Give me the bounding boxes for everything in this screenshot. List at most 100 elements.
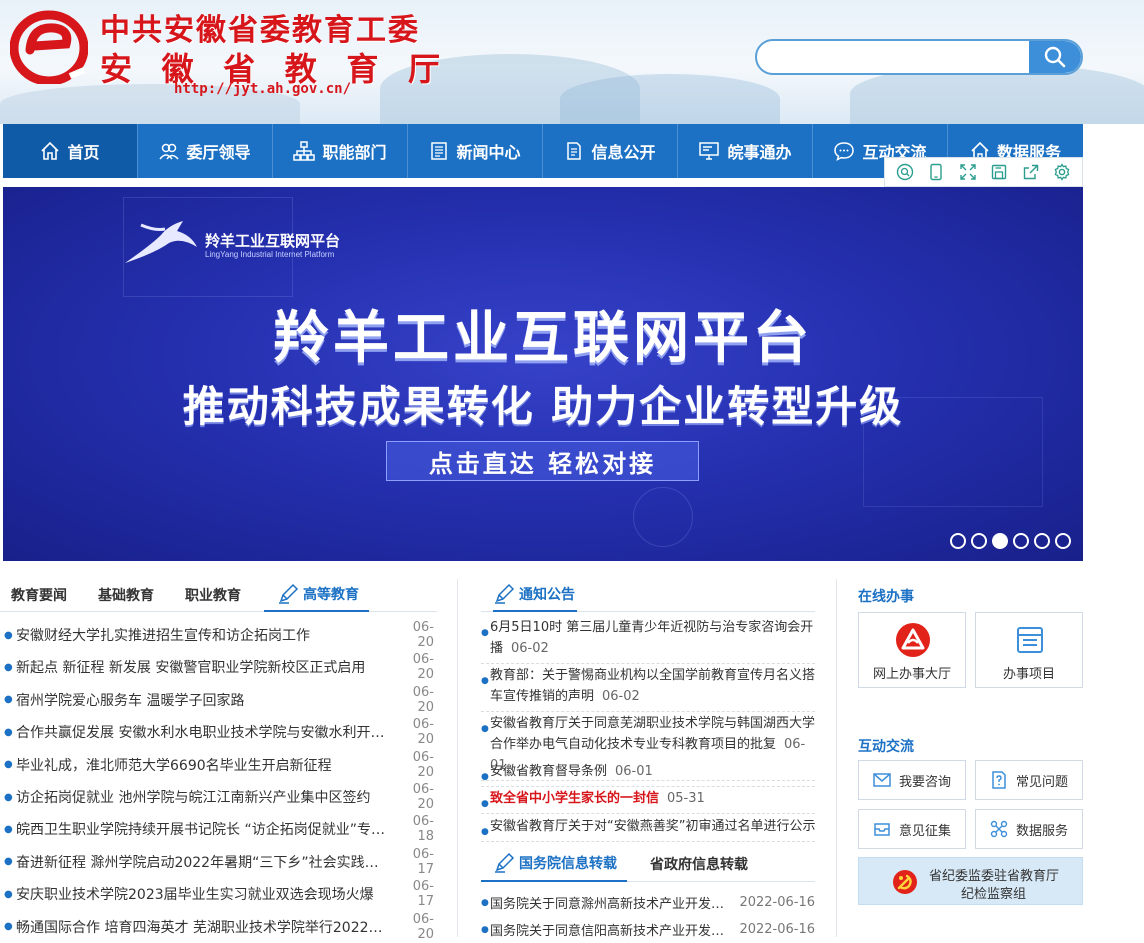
nav-label: 皖事通办 [727,143,792,162]
news-item[interactable]: ● 奋进新征程 滁州学院启动2022年暑期“三下乡”社会实践活动 06-17 [4,846,434,878]
nav-label: 新闻中心 [456,143,521,162]
news-title[interactable]: 新起点 新征程 新发展 安徽警官职业学院新校区正式启用 [16,657,400,677]
news-title[interactable]: 访企拓岗促就业 池州学院与皖江江南新兴产业集中区签约 [16,787,400,807]
fullscreen-icon [960,164,976,180]
carousel-dot[interactable] [950,533,966,549]
tab-education-news[interactable]: 教育要闻 [11,578,67,611]
news-title[interactable]: 安徽财经大学扎实推进招生宣传和访企拓岗工作 [16,625,400,645]
carousel-dot[interactable] [1013,533,1029,549]
data-service-button[interactable]: 数据服务 [975,809,1083,849]
gov-item[interactable]: ●国务院关于同意滁州高新技术产业开发区升级为国家高新技术产业开发区的批复2022… [481,889,815,916]
service-items-card[interactable]: 办事项目 [975,612,1083,688]
news-date: 06-20 [412,749,434,780]
banner-cta-button[interactable]: 点击直达 轻松对接 [386,441,699,481]
news-item[interactable]: ●合作共赢促发展 安徽水利水电职业技术学院与安徽水利开发有限公司签约 06-20 [4,716,434,748]
nav-item-home[interactable]: 首页 [3,124,138,178]
toolbar-share-button[interactable] [1020,161,1042,183]
news-item[interactable]: ● 访企拓岗促就业 池州学院与皖江江南新兴产业集中区签约 06-20 [4,781,434,813]
column-divider [836,579,837,937]
news-title[interactable]: 毕业礼成，淮北师范大学6690名毕业生开启新征程 [16,755,400,775]
tab-vocational-education[interactable]: 职业教育 [185,578,241,611]
online-hall-card[interactable]: 网上办事大厅 [858,612,966,688]
bullet-icon: ● [4,759,13,771]
button-label: 我要咨询 [898,774,951,790]
tab-provincial-gov[interactable]: 省政府信息转载 [650,846,748,882]
site-header: 中共安徽省委教育工委 安徽省教育厅 http://jyt.ah.gov.cn/ [0,0,1144,124]
gov-item[interactable]: ●国务院关于同意信阳高新技术产业开发区升级为国家高新技术产业开发区的批复2022… [481,916,815,943]
news-item[interactable]: ● 安庆职业技术学院2023届毕业生实习就业双选会现场火爆 06-17 [4,878,434,910]
tab-state-council[interactable]: 国务院信息转载 [481,846,627,882]
consult-button[interactable]: 我要咨询 [858,760,966,800]
news-title[interactable]: 皖西卫生职业学院持续开展书记院长 “访企拓岗促就业”专项行动 [16,819,400,839]
jijian-line-1: 省纪委监委驻省教育厅 [929,869,1060,884]
notice-item[interactable]: ● 6月5日10时 第三届儿童青少年近视防与治专家咨询会开播 06-02 [481,613,815,664]
toolbar-search-button[interactable] [894,161,916,183]
nav-label: 委厅领导 [186,143,251,162]
accessibility-toolbar [884,157,1083,187]
carousel-dot[interactable] [1034,533,1050,549]
carousel-dots [950,533,1071,549]
hero-banner[interactable]: 羚羊工业互联网平台 LingYang Industrial Internet P… [3,187,1083,561]
nav-label: 信息公开 [591,143,656,162]
button-label: 意见征集 [898,823,951,839]
gov-item-title: 国务院关于同意信阳高新技术产业开发区升级为国家高新技术产业开发区的批复 [490,924,739,939]
card-label: 网上办事大厅 [872,667,951,682]
news-title[interactable]: 奋进新征程 滁州学院启动2022年暑期“三下乡”社会实践活动 [16,852,400,872]
news-title[interactable]: 安庆职业技术学院2023届毕业生实习就业双选会现场火爆 [16,884,400,904]
news-title[interactable]: 畅通国际合作 培育四海英才 芜湖职业技术学院举行2022年国际合作交流会 [16,917,400,937]
button-label: 数据服务 [1015,823,1068,839]
feedback-button[interactable]: 意见征集 [858,809,966,849]
tab-higher-education[interactable]: 高等教育 [264,578,369,612]
pencil-icon [279,583,299,604]
pencil-icon [495,852,515,873]
notice-date: 06-01 [615,764,653,779]
toolbar-settings-button[interactable] [1051,161,1073,183]
notice-title: 安徽省教育督导条例 [490,764,608,779]
nav-item-leaders[interactable]: 委厅领导 [138,124,273,178]
news-item[interactable]: ● 安徽财经大学扎实推进招生宣传和访企拓岗工作 06-20 [4,619,434,651]
search-box [755,39,1083,75]
toolbar-mobile-button[interactable] [925,161,947,183]
nav-item-news[interactable]: 新闻中心 [408,124,543,178]
banner-title: 羚羊工业互联网平台 [273,306,813,371]
nav-item-disclosure[interactable]: 信息公开 [543,124,678,178]
share-icon [1023,164,1038,180]
search-button[interactable] [1029,41,1081,73]
toolbar-fullscreen-button[interactable] [957,161,979,183]
notice-item[interactable]: ● 安徽省教育厅关于对“安徽燕善奖”初审通过名单进行公示 [481,812,815,842]
nav-item-departments[interactable]: 职能部门 [273,124,408,178]
bullet-icon: ● [4,629,13,641]
search-circle-icon [896,163,913,181]
notice-item[interactable]: ● 安徽省教育督导条例 06-01 [481,757,815,787]
faq-button[interactable]: 常见问题 [975,760,1083,800]
bullet-icon: ● [4,856,13,868]
party-emblem-icon [893,870,917,894]
news-item[interactable]: ● 皖西卫生职业学院持续开展书记院长 “访企拓岗促就业”专项行动 06-18 [4,813,434,845]
tab-basic-education[interactable]: 基础教育 [98,578,154,611]
discipline-inspection-link[interactable]: 省纪委监委驻省教育厅 纪检监察组 [858,857,1083,905]
carousel-dot[interactable] [1055,533,1071,549]
news-item[interactable]: ●畅通国际合作 培育四海英才 芜湖职业技术学院举行2022年国际合作交流会 06-… [4,911,434,943]
nav-label: 首页 [67,143,100,162]
carousel-dot[interactable] [971,533,987,549]
notice-item[interactable]: ● 致全省中小学生家长的一封信 05-31 [481,784,815,814]
search-input[interactable] [757,41,1031,73]
news-title[interactable]: 宿州学院爱心服务车 温暖学子回家路 [16,690,400,710]
notice-item[interactable]: ● 教育部：关于警惕商业机构以全国学前教育宣传月名义搭车宣传推销的声明 06-02 [481,661,815,712]
news-title[interactable]: 合作共赢促发展 安徽水利水电职业技术学院与安徽水利开发有限公司签约 [16,722,400,742]
online-services-title: 在线办事 [858,589,914,605]
news-item[interactable]: ● 毕业礼成，淮北师范大学6690名毕业生开启新征程 06-20 [4,749,434,781]
news-item[interactable]: ● 新起点 新征程 新发展 安徽警官职业学院新校区正式启用 06-20 [4,651,434,683]
nav-item-services[interactable]: 皖事通办 [678,124,813,178]
news-item[interactable]: ● 宿州学院爱心服务车 温暖学子回家路 06-20 [4,684,434,716]
newspaper-icon [431,142,448,160]
bullet-icon: ● [4,726,13,738]
jijian-line-2: 纪检监察组 [961,887,1027,902]
tab-notices[interactable]: 通知公告 [493,578,577,612]
notice-title: 教育部：关于警惕商业机构以全国学前教育宣传月名义搭车宣传推销的声明 [490,668,816,704]
logo-line-1: 中共安徽省委教育工委 [100,13,420,48]
toolbar-save-button[interactable] [988,161,1010,183]
carousel-dot[interactable] [992,533,1008,549]
bullet-icon: ● [4,661,13,673]
site-url[interactable]: http://jyt.ah.gov.cn/ [174,81,351,97]
